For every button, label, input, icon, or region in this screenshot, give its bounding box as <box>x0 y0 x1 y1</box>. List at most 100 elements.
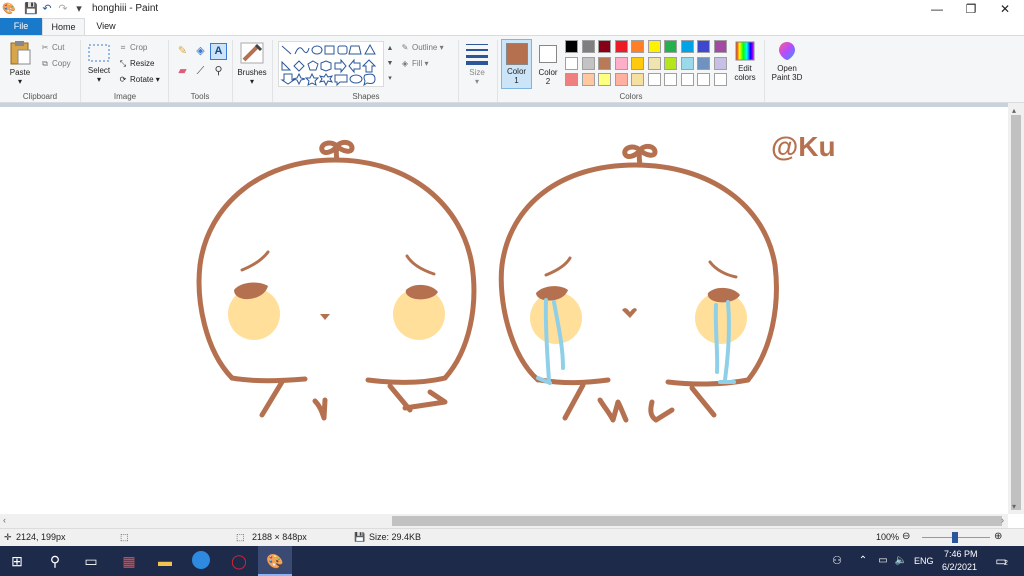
size-dropdown-icon[interactable]: ▾ <box>462 77 492 86</box>
crop-button[interactable]: ⌗ Crop <box>118 41 148 54</box>
shapes-scroll[interactable]: ▲ ▼ ▾ <box>385 41 395 87</box>
vertical-scroll-thumb[interactable] <box>1011 115 1021 510</box>
zoom-out-icon[interactable]: ⊖ <box>902 531 910 542</box>
color2-label: Color <box>538 68 558 77</box>
brushes-label: Brushes <box>237 68 267 77</box>
palette-swatch[interactable] <box>664 56 677 70</box>
cut-button[interactable]: ✂ Cut <box>40 41 65 54</box>
palette-swatch[interactable] <box>565 40 578 53</box>
store-app-icon[interactable]: ▦ <box>118 551 140 571</box>
scroll-up-icon[interactable]: ▴ <box>1012 106 1016 115</box>
palette-swatch[interactable] <box>713 40 727 53</box>
palette-swatch[interactable] <box>598 56 611 70</box>
brushes-button[interactable]: Brushes ▾ <box>235 40 269 86</box>
palette-swatch[interactable] <box>647 73 661 86</box>
file-explorer-icon[interactable]: ▬ <box>154 551 176 571</box>
search-icon[interactable]: ⚲ <box>44 551 66 571</box>
paint-icon: 🎨 <box>266 553 284 569</box>
palette-swatch[interactable] <box>697 73 710 86</box>
palette-swatch[interactable] <box>713 73 727 86</box>
palette-swatch[interactable] <box>697 56 710 70</box>
tab-home[interactable]: Home <box>42 18 85 35</box>
paste-dropdown-icon[interactable]: ▾ <box>4 77 36 86</box>
people-icon[interactable]: ⚇ <box>826 551 848 571</box>
palette-swatch[interactable] <box>647 40 661 53</box>
paint-app-icon[interactable]: 🎨 <box>2 2 16 16</box>
paste-button[interactable]: Paste ▾ <box>4 40 36 86</box>
paint-taskbar-button[interactable]: 🎨 <box>258 546 292 576</box>
save-icon[interactable]: 💾 <box>24 2 38 16</box>
brushes-dropdown-icon[interactable]: ▾ <box>235 77 269 86</box>
palette-swatch[interactable] <box>680 40 694 53</box>
show-hidden-icons-icon[interactable]: ⌃ <box>852 551 874 571</box>
palette-swatch[interactable] <box>565 56 578 70</box>
color2-button[interactable]: Color 2 <box>534 39 562 89</box>
scroll-left-icon[interactable]: ‹ <box>3 515 6 525</box>
color-picker-icon[interactable]: ⟋ <box>193 64 208 79</box>
palette-swatch[interactable] <box>631 73 644 86</box>
palette-swatch[interactable] <box>598 73 611 86</box>
scroll-down-icon[interactable]: ▾ <box>1012 502 1016 511</box>
fill-bucket-icon[interactable]: ◈ <box>193 44 208 59</box>
zoom-in-icon[interactable]: ⊕ <box>994 531 1002 542</box>
color1-button[interactable]: Color 1 <box>501 39 532 89</box>
palette-swatch[interactable] <box>631 40 644 53</box>
undo-icon[interactable]: ↶ <box>40 2 54 16</box>
select-button[interactable]: Select ▾ <box>84 42 114 84</box>
close-button[interactable]: ✕ <box>988 0 1022 18</box>
rotate-button[interactable]: ⟳ Rotate ▾ <box>118 73 160 86</box>
palette-swatch[interactable] <box>581 73 595 86</box>
shapes-gallery[interactable] <box>278 41 384 87</box>
palette-swatch[interactable] <box>614 40 628 53</box>
notification-icon[interactable]: ▭ <box>990 551 1012 571</box>
right-character-tear-right-1 <box>713 303 720 374</box>
outline-button[interactable]: ✎ Outline ▾ <box>400 41 444 54</box>
palette-swatch[interactable] <box>664 40 677 53</box>
customize-quick-access-icon[interactable]: ▾ <box>72 2 86 16</box>
palette-swatch[interactable] <box>713 56 727 70</box>
palette-swatch[interactable] <box>565 73 578 86</box>
windows-start-icon[interactable]: ⊞ <box>6 551 28 571</box>
magnifier-icon[interactable]: ⚲ <box>211 64 226 79</box>
eraser-icon[interactable]: ▰ <box>175 64 190 79</box>
restore-button[interactable]: ❐ <box>954 0 988 18</box>
text-tool-icon[interactable]: A <box>210 43 227 60</box>
palette-swatch[interactable] <box>697 40 710 53</box>
palette-swatch[interactable] <box>664 73 677 86</box>
palette-swatch[interactable] <box>631 56 644 70</box>
pencil-icon[interactable]: ✎ <box>175 44 190 59</box>
palette-swatch[interactable] <box>680 73 694 86</box>
clock-date[interactable]: 6/2/2021 <box>942 562 977 572</box>
palette-swatch[interactable] <box>647 56 661 70</box>
shapes-icons <box>280 43 377 87</box>
edit-colors-button[interactable]: Edit colors <box>733 40 757 82</box>
palette-swatch[interactable] <box>581 56 595 70</box>
minimize-button[interactable]: — <box>920 0 954 18</box>
open-paint3d-button[interactable]: Open Paint 3D <box>768 40 806 82</box>
scroll-right-icon[interactable]: › <box>1001 515 1004 525</box>
file-size-icon: 💾 <box>354 532 366 542</box>
volume-icon[interactable]: 🔈 <box>890 551 912 571</box>
resize-button[interactable]: ⤡ Resize <box>118 57 155 70</box>
language-indicator[interactable]: ENG <box>914 556 934 566</box>
palette-swatch[interactable] <box>614 56 628 70</box>
palette-swatch[interactable] <box>581 40 595 53</box>
drawing-canvas[interactable]: @Ku <box>0 107 1008 514</box>
palette-swatch[interactable] <box>614 73 628 86</box>
fill-button[interactable]: ◈ Fill ▾ <box>400 57 429 70</box>
task-view-icon[interactable]: ▭ <box>80 551 102 571</box>
palette-swatch[interactable] <box>680 56 694 70</box>
zoom-slider-thumb[interactable] <box>952 532 958 543</box>
tab-view[interactable]: View <box>85 18 127 35</box>
separator <box>232 40 233 102</box>
palette-swatch[interactable] <box>598 40 611 53</box>
size-button[interactable]: Size ▾ <box>462 40 492 86</box>
horizontal-scroll-thumb[interactable] <box>392 516 1002 526</box>
clock-time[interactable]: 7:46 PM <box>944 549 978 559</box>
opera-icon[interactable]: ◯ <box>228 551 250 571</box>
copy-button[interactable]: ⧉ Copy <box>40 57 71 70</box>
tab-file[interactable]: File <box>0 18 42 35</box>
redo-icon[interactable]: ↷ <box>56 2 70 16</box>
select-dropdown-icon[interactable]: ▾ <box>84 75 114 84</box>
zalo-icon[interactable] <box>190 551 212 571</box>
